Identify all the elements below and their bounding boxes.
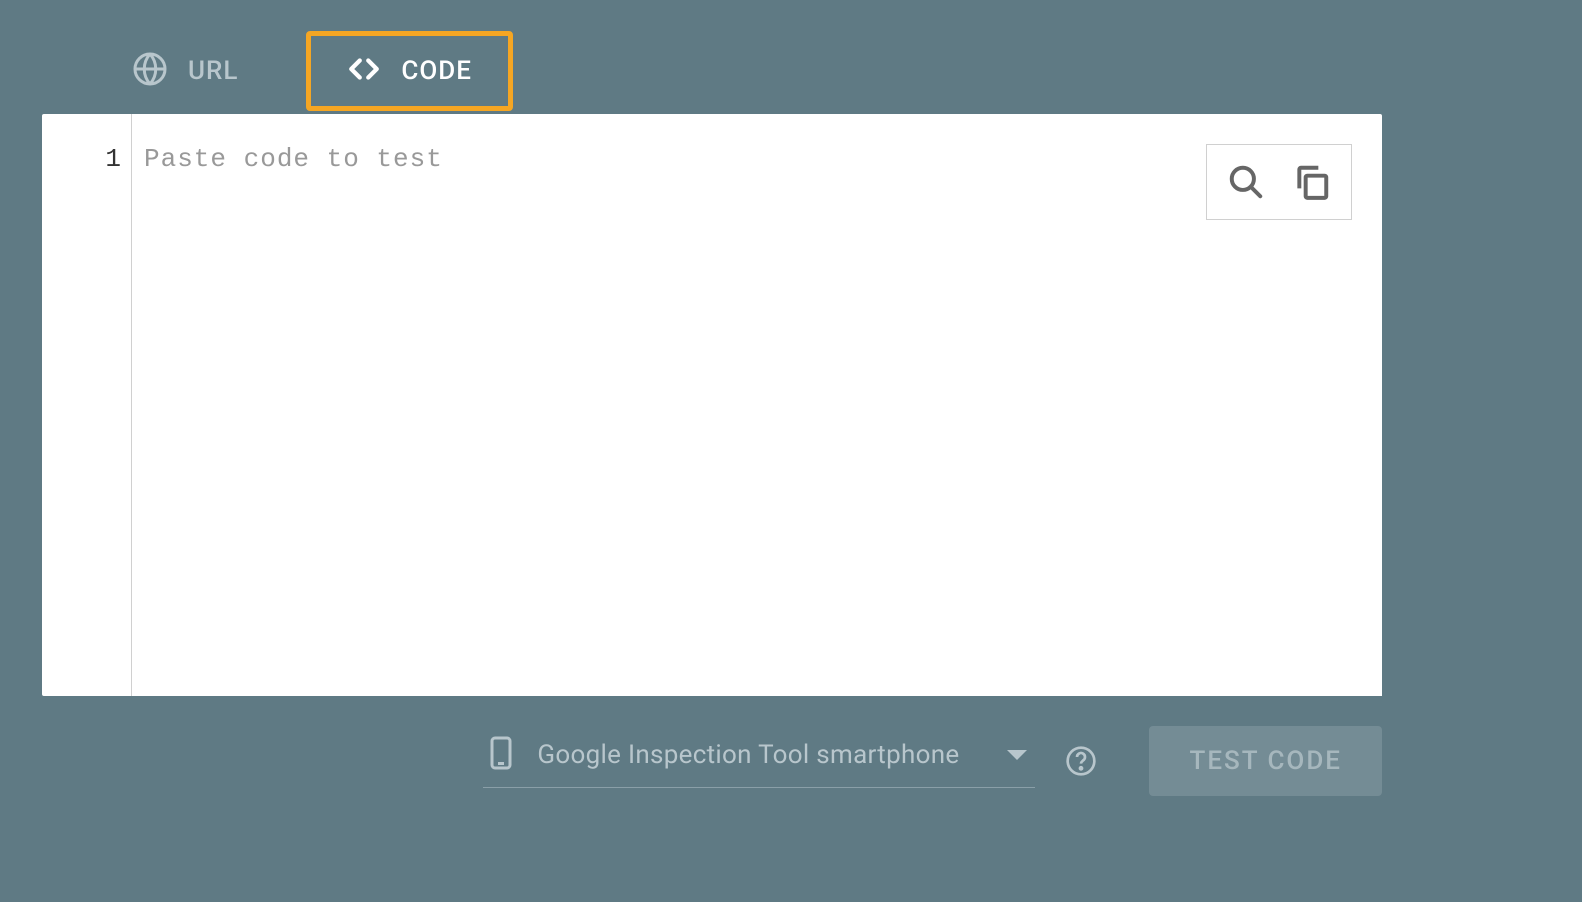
search-icon[interactable] bbox=[1227, 163, 1265, 201]
tab-url-label: URL bbox=[188, 56, 238, 86]
copy-icon[interactable] bbox=[1293, 163, 1331, 201]
device-select[interactable]: Google Inspection Tool smartphone bbox=[483, 735, 1035, 788]
device-select-label: Google Inspection Tool smartphone bbox=[537, 740, 959, 770]
globe-icon bbox=[132, 51, 168, 91]
editor-toolbar bbox=[1206, 144, 1352, 220]
footer-bar: Google Inspection Tool smartphone TEST C… bbox=[0, 696, 1582, 796]
code-editor-panel: 1 bbox=[42, 114, 1382, 696]
tab-code[interactable]: CODE bbox=[306, 31, 513, 111]
test-code-button[interactable]: TEST CODE bbox=[1149, 726, 1382, 796]
chevron-down-icon bbox=[1007, 750, 1027, 760]
code-icon bbox=[347, 52, 381, 90]
tab-bar: URL CODE bbox=[0, 0, 1582, 114]
tab-url[interactable]: URL bbox=[96, 35, 274, 107]
smartphone-icon bbox=[483, 735, 519, 775]
help-icon[interactable] bbox=[1065, 745, 1097, 777]
code-area bbox=[132, 114, 1382, 696]
line-number: 1 bbox=[42, 144, 121, 174]
code-input[interactable] bbox=[144, 144, 1382, 696]
line-gutter: 1 bbox=[42, 114, 132, 696]
tab-code-label: CODE bbox=[401, 56, 472, 86]
